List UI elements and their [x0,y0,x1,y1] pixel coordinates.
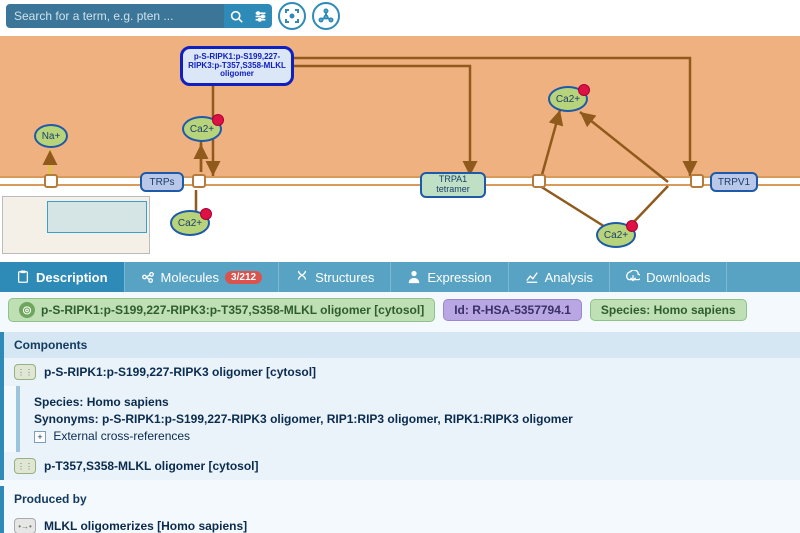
node-ca-top[interactable]: Ca2+ [182,116,222,142]
toolbar [0,0,800,32]
download-icon [626,270,640,284]
count-badge: 3/212 [225,271,262,284]
tab-description[interactable]: Description [0,262,125,292]
badge-icon [578,84,590,96]
chip-entity-title[interactable]: ◎ p-S-RIPK1:p-S199,227-RIPK3:p-T357,S358… [8,298,435,322]
chip-label: p-S-RIPK1:p-S199,227-RIPK3:p-T357,S358-M… [41,303,424,317]
membrane-line-top [0,176,800,178]
tab-downloads[interactable]: Downloads [610,262,727,292]
node-na[interactable]: Na+ [34,124,68,148]
node-ca-upper-right[interactable]: Ca2+ [548,86,588,112]
node-trpa1[interactable]: TRPA1 tetramer [420,172,486,198]
section-header: Components [4,332,800,358]
molecule-icon [141,270,155,284]
chip-bar: ◎ p-S-RIPK1:p-S199,227-RIPK3:p-T357,S358… [0,292,800,328]
complex-icon: ⋮⋮ [14,364,36,380]
focus-icon [284,8,300,24]
search-settings-button[interactable] [248,4,272,28]
tab-expression[interactable]: Expression [391,262,508,292]
tab-structures[interactable]: Structures [279,262,391,292]
fit-view-button[interactable] [278,2,306,30]
node-ca-bottom[interactable]: Ca2+ [170,210,210,236]
component-name: p-S-RIPK1:p-S199,227-RIPK3 oligomer [cyt… [44,365,316,379]
search-button[interactable] [224,4,248,28]
tab-label: Analysis [545,270,593,285]
layout-button[interactable] [312,2,340,30]
component-row[interactable]: ⋮⋮ p-S-RIPK1:p-S199,227-RIPK3 oligomer [… [4,358,800,386]
detail-panel: ◎ p-S-RIPK1:p-S199,227-RIPK3:p-T357,S358… [0,292,800,533]
tab-label: Molecules [161,270,220,285]
reaction-port[interactable] [690,174,704,188]
reaction-port[interactable] [44,174,58,188]
node-label: Ca2+ [604,230,628,241]
node-label: Ca2+ [178,218,202,229]
section-components: Components ⋮⋮ p-S-RIPK1:p-S199,227-RIPK3… [0,332,800,480]
node-label: Na+ [42,131,61,142]
node-label: Ca2+ [190,124,214,135]
component-row[interactable]: ⋮⋮ p-T357,S358-MLKL oligomer [cytosol] [4,452,800,480]
membrane-band [0,36,800,178]
node-ca-lower-right[interactable]: Ca2+ [596,222,636,248]
synonyms-line: Synonyms: p-S-RIPK1:p-S199,227-RIPK3 oli… [34,412,573,426]
minimap[interactable] [2,196,150,254]
sliders-icon [254,10,267,23]
search-wrap [6,4,272,28]
section-header: Produced by [4,486,800,512]
membrane-line-bottom [0,184,800,186]
species-line: Species: Homo sapiens [34,395,169,409]
minimap-viewport[interactable] [47,201,147,233]
search-icon [230,10,243,23]
chip-label: Id: R-HSA-5357794.1 [454,303,571,317]
clipboard-icon [16,270,30,284]
tab-label: Description [36,270,108,285]
node-label: p-S-RIPK1:p-S199,227-RIPK3:p-T357,S358-M… [183,53,291,79]
badge-icon [200,208,212,220]
badge-icon [626,220,638,232]
reaction-row[interactable]: •→• MLKL oligomerizes [Homo sapiens] [4,512,800,533]
tab-label: Downloads [646,270,710,285]
node-label: TRPs [150,177,175,188]
detail-tabs: Description Molecules 3/212 Structures E… [0,262,800,292]
complex-icon: ◎ [19,302,35,318]
network-icon [318,8,334,24]
node-label: TRPV1 [718,177,750,188]
tab-molecules[interactable]: Molecules 3/212 [125,262,280,292]
pathway-canvas[interactable]: p-S-RIPK1:p-S199,227-RIPK3:p-T357,S358-M… [0,0,800,262]
chip-id[interactable]: Id: R-HSA-5357794.1 [443,299,582,321]
node-selected-complex[interactable]: p-S-RIPK1:p-S199,227-RIPK3:p-T357,S358-M… [180,46,294,86]
reaction-icon: •→• [14,518,36,533]
dna-icon [295,270,309,284]
tab-analysis[interactable]: Analysis [509,262,610,292]
section-produced-by: Produced by •→• MLKL oligomerizes [Homo … [0,486,800,533]
person-icon [407,270,421,284]
component-name: p-T357,S358-MLKL oligomer [cytosol] [44,459,258,473]
expand-toggle[interactable]: + [34,431,46,443]
chart-icon [525,270,539,284]
badge-icon [212,114,224,126]
xref-label[interactable]: External cross-references [53,429,190,443]
tab-label: Structures [315,270,374,285]
node-label: TRPA1 tetramer [422,175,484,195]
reaction-port[interactable] [192,174,206,188]
component-expanded: Species: Homo sapiens Synonyms: p-S-RIPK… [16,386,800,452]
node-label: Ca2+ [556,94,580,105]
chip-label: Species: Homo sapiens [601,303,736,317]
node-trpv1[interactable]: TRPV1 [710,172,758,192]
chip-species[interactable]: Species: Homo sapiens [590,299,747,321]
tab-label: Expression [427,270,491,285]
node-trps[interactable]: TRPs [140,172,184,192]
reaction-name: MLKL oligomerizes [Homo sapiens] [44,519,247,533]
reaction-port[interactable] [532,174,546,188]
complex-icon: ⋮⋮ [14,458,36,474]
search-input[interactable] [6,4,224,28]
